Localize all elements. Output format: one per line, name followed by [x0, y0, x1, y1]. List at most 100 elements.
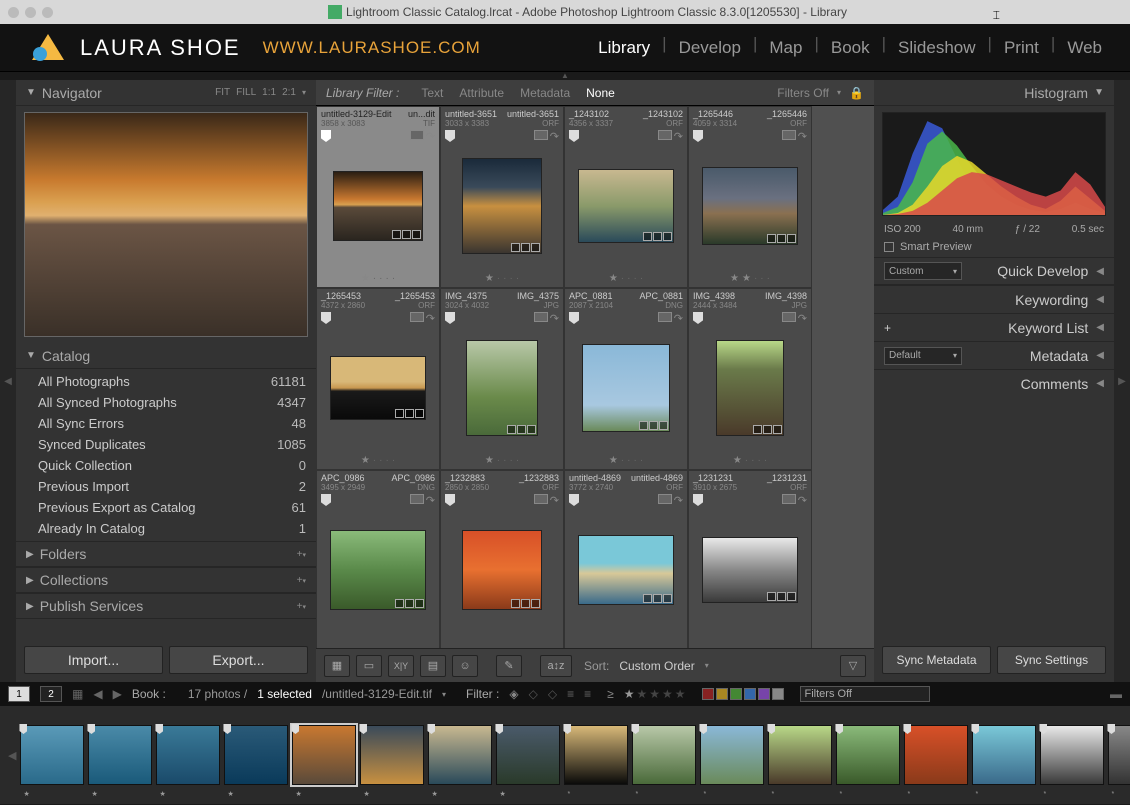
thumbnail-cell[interactable]: IMG_4398IMG_43982444 x 3484JPG↷★····: [688, 288, 812, 470]
zoom-fill[interactable]: FILL: [236, 87, 256, 98]
filmstrip-thumb[interactable]: ★: [20, 725, 84, 785]
filmstrip-thumb[interactable]: *: [700, 725, 764, 785]
module-book[interactable]: Book: [831, 34, 870, 62]
sync-metadata-button[interactable]: Sync Metadata: [882, 646, 991, 674]
filmstrip-thumb[interactable]: *: [564, 725, 628, 785]
pick-flag-icon[interactable]: [569, 130, 579, 142]
thumb-rating[interactable]: [565, 633, 687, 648]
filmstrip-thumb[interactable]: *: [768, 725, 832, 785]
thumbnail-image[interactable]: [702, 167, 798, 245]
painter-tool-icon[interactable]: ✎: [496, 655, 522, 677]
thumbnail-image[interactable]: [466, 340, 538, 436]
nav-back-icon[interactable]: ◀: [93, 687, 102, 701]
thumbnail-image[interactable]: [578, 535, 674, 605]
thumbnail-cell[interactable]: _1243102_12431024356 x 3337ORF↷★····: [564, 106, 688, 288]
thumb-rating[interactable]: ★····: [565, 269, 687, 287]
rotate-icon[interactable]: ↷: [550, 130, 559, 143]
flag-filter-icon[interactable]: ◈: [509, 687, 518, 701]
thumb-rating[interactable]: ★····: [317, 269, 439, 287]
thumbnail-image[interactable]: [702, 537, 798, 603]
filmstrip-thumb[interactable]: ★: [224, 725, 288, 785]
pick-flag-icon[interactable]: [321, 130, 331, 142]
navigator-header[interactable]: ▼ Navigator FITFILL1:12:1▾: [16, 80, 316, 106]
panel-header-collections[interactable]: ▶Collections+▾: [16, 567, 316, 593]
thumbnail-image[interactable]: [330, 356, 426, 420]
pick-flag-icon[interactable]: [569, 312, 579, 324]
filmstrip-thumb[interactable]: *: [632, 725, 696, 785]
rotate-icon[interactable]: ↷: [426, 130, 435, 143]
color-label[interactable]: [730, 688, 742, 700]
panel-header-folders[interactable]: ▶Folders+▾: [16, 541, 316, 567]
panel-header-publish-services[interactable]: ▶Publish Services+▾: [16, 593, 316, 619]
module-print[interactable]: Print: [1004, 34, 1039, 62]
import-button[interactable]: Import...: [24, 646, 163, 674]
flag-filter-icon[interactable]: ◇: [529, 687, 538, 701]
disclosure-triangle-icon[interactable]: ▼: [26, 350, 36, 361]
metadata-preset[interactable]: Default▾: [884, 347, 962, 365]
catalog-item[interactable]: Already In Catalog1: [16, 518, 316, 539]
catalog-item[interactable]: All Sync Errors48: [16, 413, 316, 434]
filmstrip-thumb[interactable]: *: [1040, 725, 1104, 785]
thumbnail-image[interactable]: [330, 530, 426, 610]
filmstrip[interactable]: ◀ ★★★★★★★★********* ▶: [0, 706, 1130, 804]
color-label[interactable]: [702, 688, 714, 700]
rotate-icon[interactable]: ↷: [798, 130, 807, 143]
close-window[interactable]: [8, 7, 19, 18]
thumb-rating[interactable]: ★····: [441, 451, 563, 469]
zoom-fit[interactable]: FIT: [215, 87, 230, 98]
filmstrip-thumb[interactable]: *: [1108, 725, 1130, 785]
filmstrip-thumb[interactable]: ★: [428, 725, 492, 785]
thumb-rating[interactable]: ★····: [441, 269, 563, 287]
catalog-item[interactable]: Previous Import2: [16, 476, 316, 497]
thumb-rating[interactable]: ★····: [689, 451, 811, 469]
thumbnail-image[interactable]: [462, 158, 542, 254]
quick-develop-header[interactable]: Custom▾ Quick Develop ◀: [874, 257, 1114, 285]
traffic-lights[interactable]: [8, 7, 53, 18]
catalog-item[interactable]: All Photographs61181: [16, 371, 316, 392]
pick-flag-icon[interactable]: [693, 312, 703, 324]
thumb-rating[interactable]: ★····: [317, 451, 439, 469]
grid-view-icon[interactable]: ▦: [324, 655, 350, 677]
module-slideshow[interactable]: Slideshow: [898, 34, 976, 62]
disclosure-triangle-icon[interactable]: ◀: [1096, 322, 1104, 333]
color-label-filter[interactable]: [702, 688, 784, 700]
main-window-button[interactable]: 1: [8, 686, 30, 702]
pick-flag-icon[interactable]: [321, 494, 331, 506]
filters-off-dropdown[interactable]: Filters Off: [777, 86, 829, 100]
filmstrip-thumb[interactable]: ★: [292, 725, 356, 785]
disclosure-triangle-icon[interactable]: ◀: [1096, 266, 1104, 277]
thumb-rating[interactable]: [317, 633, 439, 648]
filter-lock-icon[interactable]: 🔒: [849, 86, 864, 100]
filter-tab-attribute[interactable]: Attribute: [459, 86, 504, 100]
dropdown-icon[interactable]: ▾: [302, 88, 306, 97]
collapse-right-icon[interactable]: ▶: [1114, 80, 1130, 682]
filmstrip-thumb[interactable]: *: [904, 725, 968, 785]
disclosure-triangle-icon[interactable]: ◀: [1096, 350, 1104, 361]
pick-flag-icon[interactable]: [445, 312, 455, 324]
thumbnail-image[interactable]: [578, 169, 674, 243]
filmstrip-thumb[interactable]: *: [836, 725, 900, 785]
collapse-left-icon[interactable]: ◀: [0, 80, 16, 682]
color-label[interactable]: [772, 688, 784, 700]
export-button[interactable]: Export...: [169, 646, 308, 674]
thumbnail-image[interactable]: [333, 171, 423, 241]
disclosure-triangle-icon[interactable]: ▼: [26, 87, 36, 98]
color-label[interactable]: [716, 688, 728, 700]
rotate-icon[interactable]: ↷: [550, 494, 559, 507]
pick-flag-icon[interactable]: [445, 494, 455, 506]
thumbnail-cell[interactable]: untitled-3129-Editun...dit3858 x 3083TIF…: [316, 106, 440, 288]
catalog-item[interactable]: Previous Export as Catalog61: [16, 497, 316, 518]
panel-header-keyword-list[interactable]: +Keyword List◀: [874, 313, 1114, 341]
nav-fwd-icon[interactable]: ▶: [113, 687, 122, 701]
disclosure-triangle-icon[interactable]: ▶: [26, 601, 34, 612]
color-label[interactable]: [744, 688, 756, 700]
thumbnail-image[interactable]: [462, 530, 542, 610]
catalog-item[interactable]: Quick Collection0: [16, 455, 316, 476]
pick-flag-icon[interactable]: [321, 312, 331, 324]
sort-direction-icon[interactable]: a↕z: [540, 655, 572, 677]
thumbnail-cell[interactable]: APC_0881APC_08812087 x 2104DNG↷★····: [564, 288, 688, 470]
rotate-icon[interactable]: ↷: [550, 312, 559, 325]
add-icon[interactable]: +: [884, 321, 891, 335]
thumbnail-image[interactable]: [582, 344, 670, 432]
rotate-icon[interactable]: ↷: [674, 130, 683, 143]
